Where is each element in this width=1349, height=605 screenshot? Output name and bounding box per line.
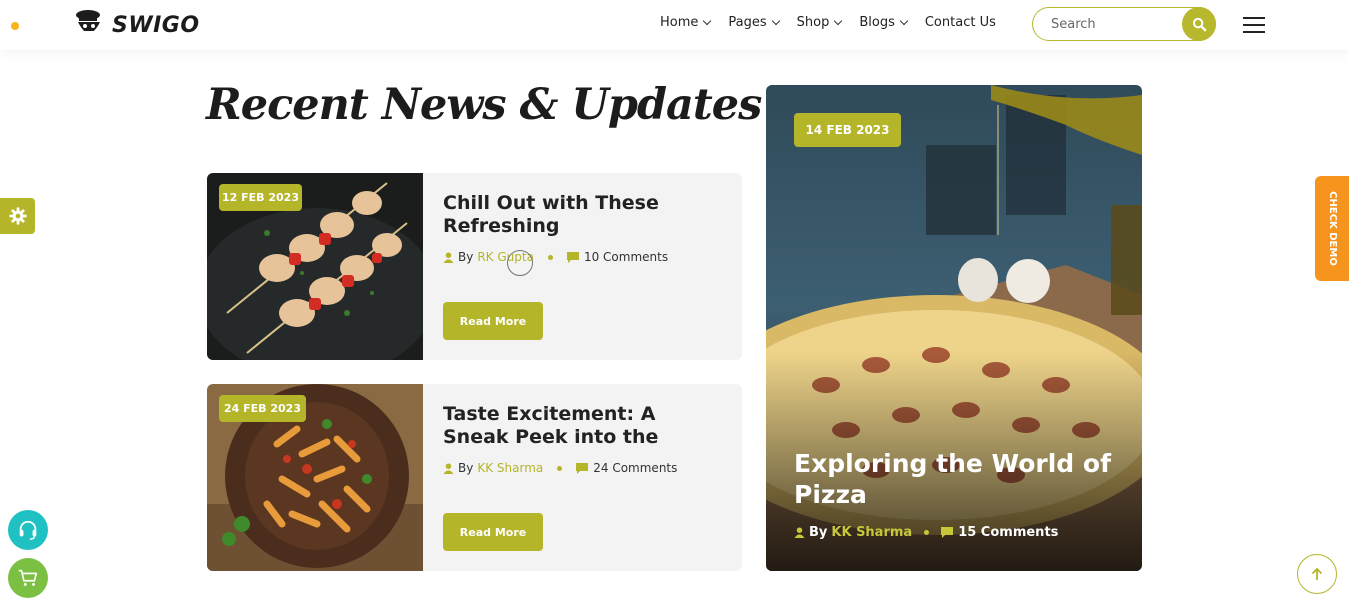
search-icon [1192,17,1206,31]
nav-shop[interactable]: Shop [796,15,843,30]
comments-count[interactable]: 24 Comments [593,461,677,475]
post-meta: By KK Sharma 15 Comments [794,525,1058,540]
headset-icon [19,520,37,540]
user-icon [794,527,805,538]
search-box [1032,7,1216,41]
nav-label: Contact Us [924,15,996,30]
comment-icon [941,527,954,538]
separator-dot [557,465,563,471]
chevron-down-icon [834,16,843,26]
nav-home[interactable]: Home [660,15,712,30]
post-meta: By KK Sharma 24 Comments [443,461,677,475]
check-demo-label: CHECK DEMO [1326,191,1338,266]
arrow-up-icon [1311,567,1323,580]
nav-contact-us[interactable]: Contact Us [925,15,996,30]
by-label: By [809,525,828,540]
cursor-indicator [507,250,533,276]
comments-count[interactable]: 15 Comments [958,525,1058,540]
chevron-down-icon [899,16,909,26]
scroll-to-top-button[interactable] [1297,554,1337,594]
date-badge: 24 FEB 2023 [219,395,306,422]
nav-label: Home [660,15,699,30]
check-demo-tab[interactable]: CHECK DEMO [1315,176,1349,281]
post-title[interactable]: Chill Out with These Refreshing [443,192,723,238]
cart-button[interactable] [8,558,48,598]
chevron-down-icon [771,16,780,26]
post-meta: By RK Gupta 10 Comments [443,250,668,264]
by-label: By [458,250,474,264]
read-more-button[interactable]: Read More [443,302,543,340]
featured-post-card[interactable]: 14 FEB 2023 Exploring the World of Pizza… [766,85,1142,571]
blog-card: 24 FEB 2023 Taste Excitement: A Sneak Pe… [207,384,742,571]
search-button[interactable] [1182,7,1216,41]
by-label: By [458,461,474,475]
post-title[interactable]: Taste Excitement: A Sneak Peek into the [443,403,723,449]
user-icon [443,462,454,474]
blog-card: 12 FEB 2023 Chill Out with These Refresh… [207,173,742,360]
status-dot [11,22,19,30]
author-link[interactable]: KK Sharma [831,525,912,540]
comments-count[interactable]: 10 Comments [584,250,668,264]
chef-logo-icon [76,10,100,33]
settings-button[interactable] [0,198,35,234]
brand-logo[interactable]: SWIGO [72,6,200,44]
section-title: Recent News & Updates [206,80,762,130]
menu-icon[interactable] [1243,17,1265,33]
search-input[interactable] [1049,16,1183,33]
nav-label: Blogs [859,15,895,30]
nav-blogs[interactable]: Blogs [859,15,909,30]
read-more-button[interactable]: Read More [443,513,543,551]
nav-label: Pages [728,15,767,30]
site-header: SWIGO Home Pages Shop Blogs Contact Us [0,0,1349,50]
separator-dot [547,254,553,260]
author-link[interactable]: KK Sharma [477,461,543,475]
brand-name: SWIGO [112,12,200,38]
post-title[interactable]: Exploring the World of Pizza [794,448,1114,510]
gear-icon [8,207,27,225]
separator-dot [924,530,930,535]
main-nav: Home Pages Shop Blogs Contact Us [660,15,1014,30]
nav-label: Shop [796,15,830,30]
chevron-down-icon [703,16,712,26]
date-badge: 12 FEB 2023 [219,184,302,211]
user-icon [443,251,454,263]
cart-icon [18,569,38,586]
support-button[interactable] [8,510,48,550]
comment-icon [566,251,579,263]
date-badge: 14 FEB 2023 [794,113,901,147]
comment-icon [576,462,589,474]
nav-pages[interactable]: Pages [728,15,780,30]
